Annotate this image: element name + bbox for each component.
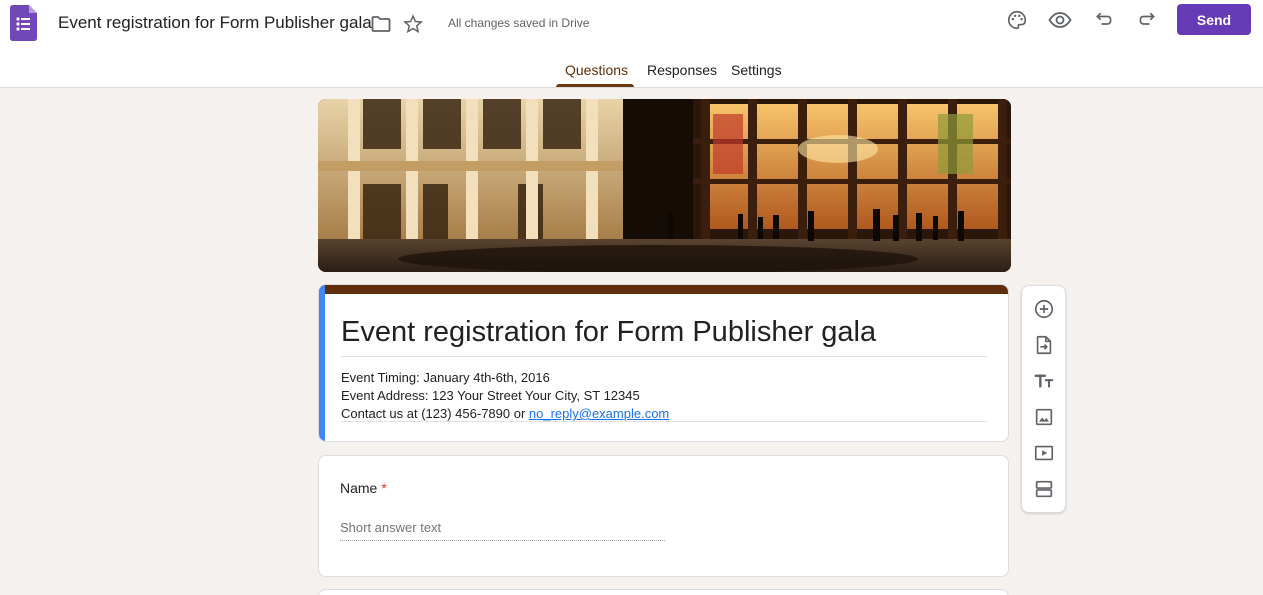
side-toolbar [1021,285,1066,513]
form-description[interactable]: Event Timing: January 4th-6th, 2016 Even… [341,369,669,423]
add-question-icon[interactable] [1031,296,1057,322]
send-button[interactable]: Send [1177,4,1251,35]
tab-settings[interactable]: Settings [731,62,782,78]
import-questions-icon[interactable] [1031,332,1057,358]
contact-email-link[interactable]: no_reply@example.com [529,406,669,421]
short-answer-line [340,540,665,541]
palette-icon[interactable] [1005,8,1029,32]
short-answer-placeholder: Short answer text [340,520,442,535]
question-title-text: Name [340,480,378,496]
tab-questions[interactable]: Questions [565,62,628,78]
add-section-icon[interactable] [1031,476,1057,502]
tab-responses[interactable]: Responses [647,62,717,78]
forms-app-icon[interactable] [10,5,37,41]
redo-icon[interactable] [1136,8,1158,30]
focus-indicator [319,285,325,441]
preview-eye-icon[interactable] [1047,8,1073,32]
document-title[interactable]: Event registration for Form Publisher ga… [58,13,372,33]
add-video-icon[interactable] [1031,440,1057,466]
form-title[interactable]: Event registration for Form Publisher ga… [341,316,876,349]
description-line-timing: Event Timing: January 4th-6th, 2016 [341,370,550,385]
contact-text: Contact us at (123) 456-7890 or [341,406,529,421]
active-tab-indicator [556,84,634,87]
form-title-card[interactable]: Event registration for Form Publisher ga… [318,284,1009,442]
add-image-icon[interactable] [1031,404,1057,430]
next-question-card[interactable] [318,589,1009,595]
title-underline [341,356,987,357]
add-title-text-icon[interactable] [1031,368,1057,394]
save-status: All changes saved in Drive [448,16,590,30]
folder-icon[interactable] [370,13,392,35]
tab-bar: Questions Responses Settings [0,55,1263,88]
undo-icon[interactable] [1093,8,1115,30]
question-title[interactable]: Name * [340,480,387,496]
star-icon[interactable] [402,13,424,35]
description-line-address: Event Address: 123 Your Street Your City… [341,388,640,403]
question-card[interactable]: Name * Short answer text [318,455,1009,577]
theme-header-stripe [319,285,1008,294]
header-banner-image[interactable] [318,99,1011,272]
description-underline [341,421,987,422]
required-asterisk: * [381,480,387,496]
top-bar: Event registration for Form Publisher ga… [0,0,1263,88]
